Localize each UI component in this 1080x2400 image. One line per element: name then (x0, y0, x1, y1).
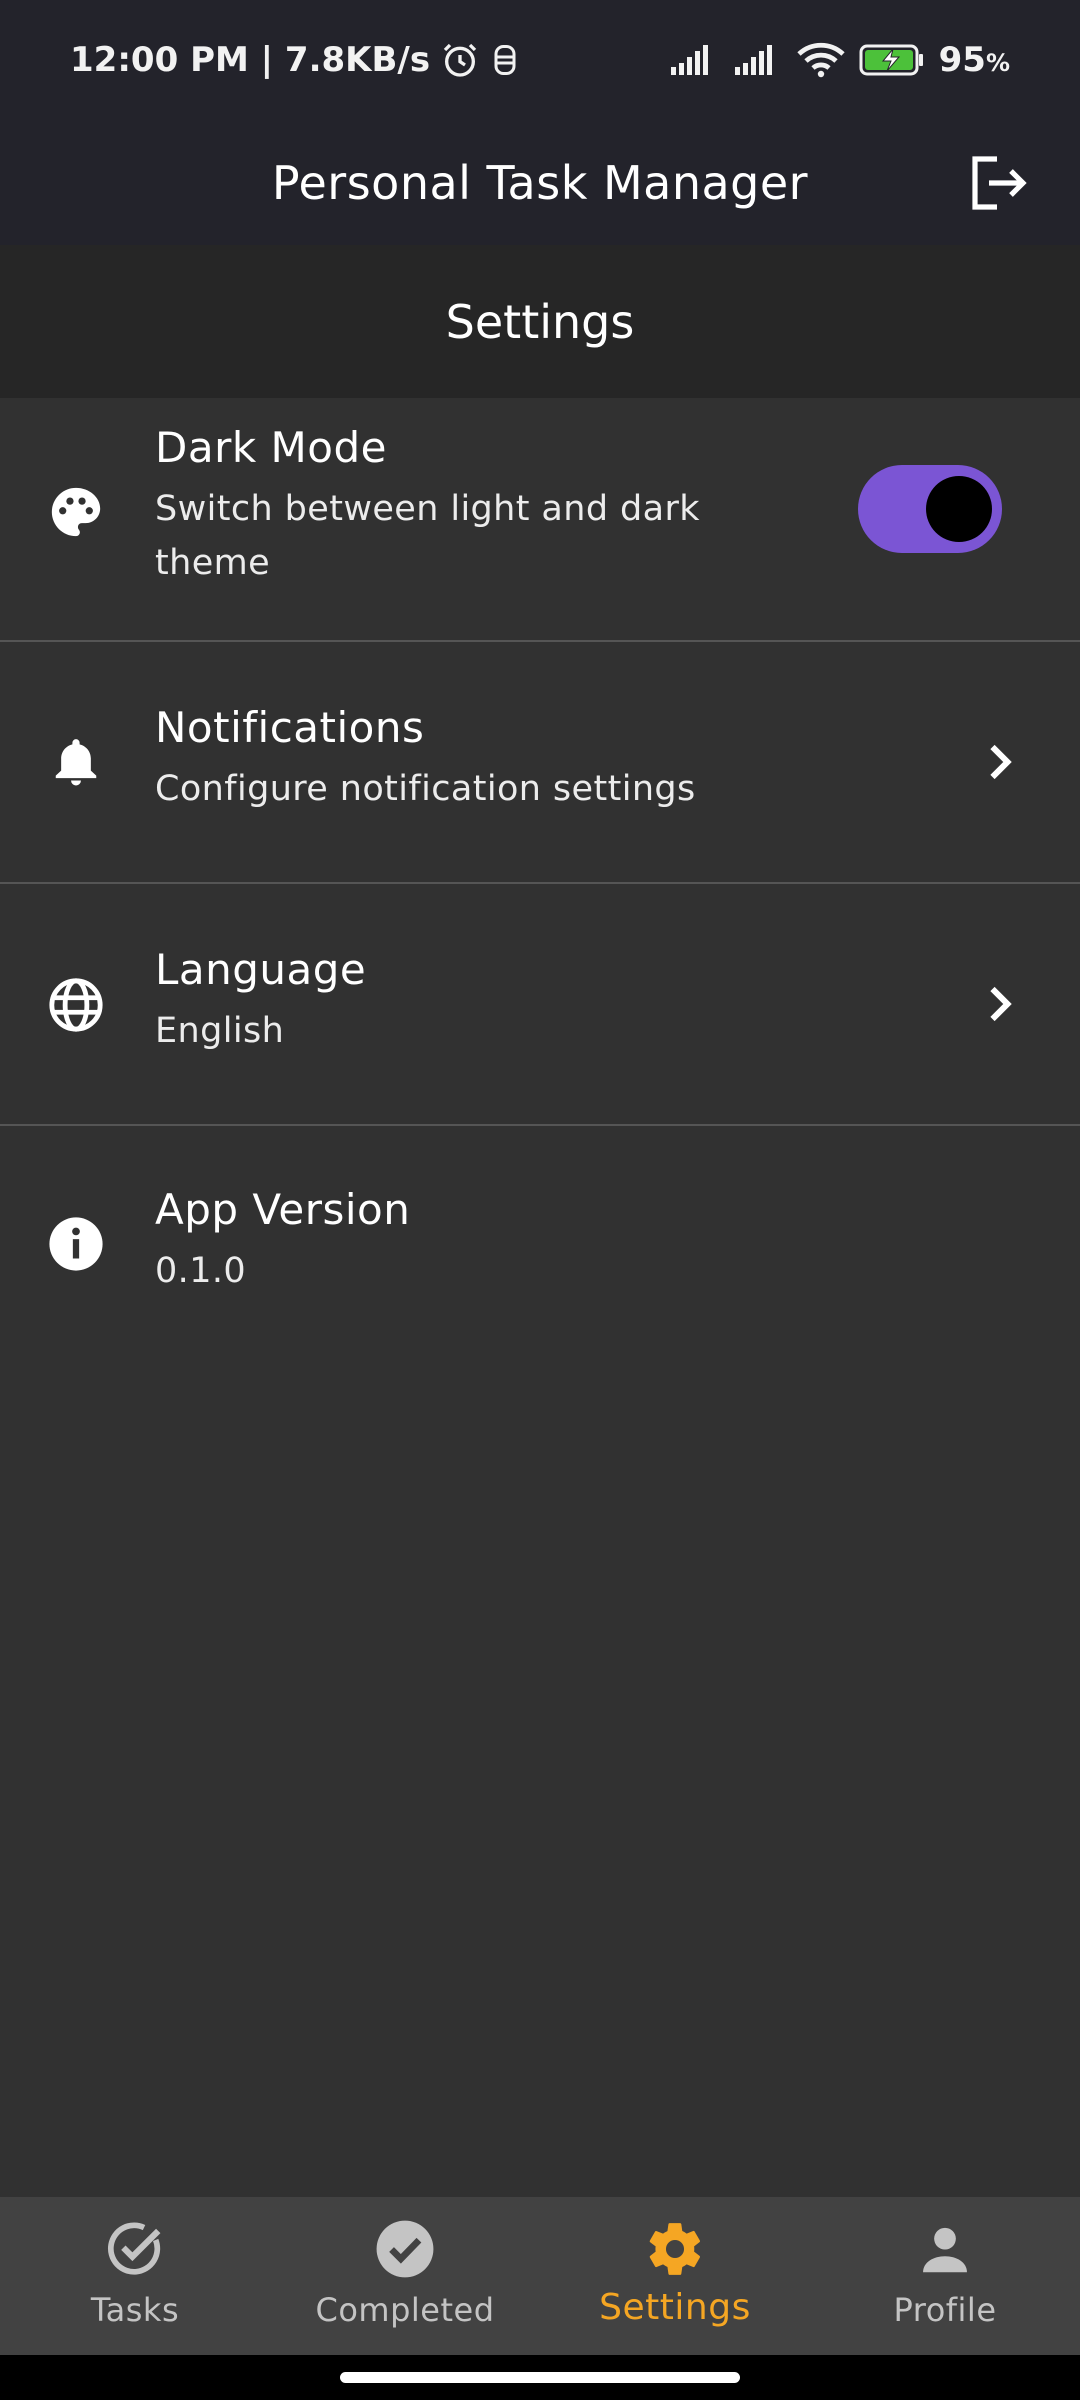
signal-icon (669, 43, 719, 77)
app-version-item: App Version 0.1.0 (0, 1126, 1080, 1368)
home-gesture-bar[interactable] (340, 2372, 740, 2383)
signal-icon (733, 43, 783, 77)
nav-settings-label: Settings (599, 2287, 751, 2328)
nav-tasks-label: Tasks (90, 2291, 180, 2329)
language-title: Language (155, 945, 367, 994)
nav-profile[interactable]: Profile (810, 2197, 1080, 2355)
status-time-speed: 12:00 PM | 7.8KB/s (70, 40, 431, 80)
notifications-title: Notifications (155, 703, 425, 752)
app-version-value: 0.1.0 (155, 1251, 247, 1291)
info-icon (46, 1214, 106, 1274)
notifications-subtitle: Configure notification settings (155, 769, 696, 809)
bell-icon (46, 733, 106, 793)
chevron-right-icon (980, 984, 1020, 1024)
section-title: Settings (445, 294, 635, 349)
battery-icon (859, 43, 925, 77)
dark-mode-title: Dark Mode (155, 423, 387, 472)
dark-mode-toggle[interactable] (858, 465, 1002, 553)
alarm-icon (440, 40, 480, 80)
dark-mode-text: Dark Mode Switch between light and dark … (155, 420, 900, 590)
app-version-text: App Version 0.1.0 (155, 1182, 900, 1298)
nav-tasks[interactable]: Tasks (0, 2197, 270, 2355)
status-left: 12:00 PM | 7.8KB/s (70, 40, 520, 80)
palette-icon (46, 482, 106, 542)
chevron-right-icon (980, 742, 1020, 782)
status-right: 95% (669, 40, 1010, 80)
section-header: Settings (0, 245, 1080, 398)
nav-settings[interactable]: Settings (540, 2197, 810, 2355)
dark-mode-subtitle: Switch between light and dark theme (155, 489, 700, 583)
gesture-area (0, 2355, 1080, 2400)
language-text: Language English (155, 942, 900, 1058)
notifications-item[interactable]: Notifications Configure notification set… (0, 642, 1080, 884)
settings-screen: 12:00 PM | 7.8KB/s 95% Personal Task Man… (0, 0, 1080, 2400)
settings-list: Dark Mode Switch between light and dark … (0, 398, 1080, 1368)
nav-completed-label: Completed (315, 2291, 495, 2329)
battery-level: 95% (938, 40, 1010, 80)
wifi-icon (796, 42, 845, 78)
globe-icon (46, 975, 106, 1035)
app-title: Personal Task Manager (271, 155, 809, 210)
logout-icon (972, 156, 1027, 210)
app-bar: Personal Task Manager (0, 120, 1080, 245)
nav-profile-label: Profile (893, 2291, 997, 2329)
app-version-title: App Version (155, 1185, 411, 1234)
check-circle-outline-icon (103, 2217, 167, 2281)
nav-completed[interactable]: Completed (270, 2197, 540, 2355)
gear-icon (643, 2217, 707, 2281)
dark-mode-item[interactable]: Dark Mode Switch between light and dark … (0, 398, 1080, 642)
notification-status-icon (490, 42, 520, 78)
toggle-knob (926, 476, 992, 542)
check-circle-filled-icon (373, 2217, 437, 2281)
language-item[interactable]: Language English (0, 884, 1080, 1126)
person-icon (913, 2217, 977, 2281)
status-bar: 12:00 PM | 7.8KB/s 95% (0, 0, 1080, 120)
bottom-nav: Tasks Completed Settings Profile (0, 2197, 1080, 2355)
notifications-text: Notifications Configure notification set… (155, 700, 900, 816)
language-subtitle: English (155, 1011, 285, 1051)
logout-button[interactable] (956, 140, 1042, 226)
